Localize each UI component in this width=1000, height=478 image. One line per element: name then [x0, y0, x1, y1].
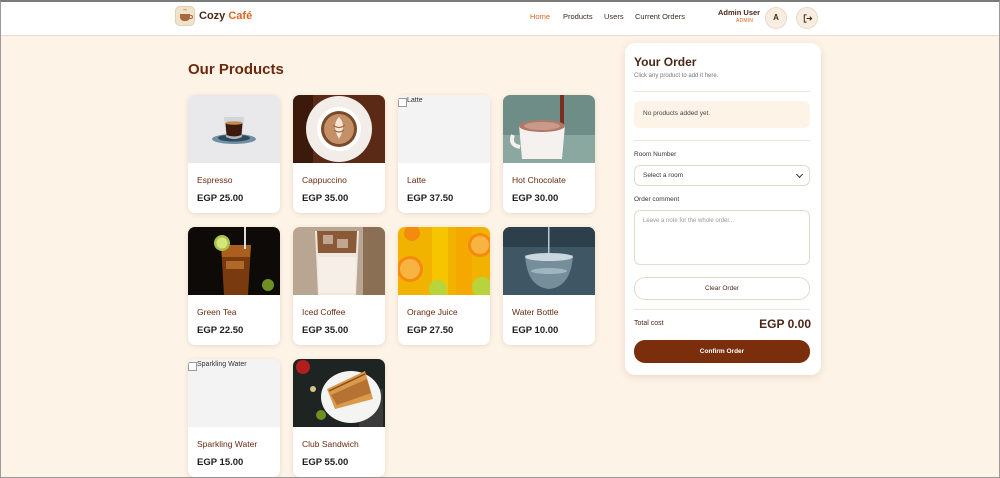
club-sandwich-image	[293, 359, 385, 427]
order-empty-state: No products added yet.	[634, 101, 810, 128]
order-title: Your Order	[634, 55, 697, 69]
product-name: Iced Coffee	[302, 307, 346, 317]
water-bottle-image	[503, 227, 595, 295]
nav-products[interactable]: Products	[563, 12, 593, 21]
product-price: EGP 35.00	[302, 193, 349, 204]
order-comment-label: Order comment	[634, 196, 680, 203]
image-alt-text: Sparkling Water	[188, 361, 247, 371]
product-price: EGP 15.00	[197, 457, 244, 468]
product-card-hot-chocolate[interactable]: Hot Chocolate EGP 30.00	[503, 95, 595, 213]
total-cost-value: EGP 0.00	[759, 317, 811, 331]
order-comment-input[interactable]: Leave a note for the whole order...	[634, 210, 810, 265]
product-card-green-tea[interactable]: Green Tea EGP 22.50	[188, 227, 280, 345]
order-panel: Your Order Click any product to add it h…	[625, 43, 821, 375]
divider	[634, 91, 810, 92]
product-card-latte[interactable]: Latte Latte EGP 37.50	[398, 95, 490, 213]
product-name: Hot Chocolate	[512, 175, 566, 185]
product-price: EGP 55.00	[302, 457, 349, 468]
page-title: Our Products	[188, 61, 284, 78]
chevron-down-icon	[795, 170, 804, 179]
hot-chocolate-image	[503, 95, 595, 163]
brand-accent: Café	[228, 10, 253, 22]
nav-home[interactable]: Home	[530, 12, 550, 21]
order-subtitle: Click any product to add it here.	[634, 73, 719, 79]
product-name: Sparkling Water	[197, 439, 258, 449]
product-price: EGP 10.00	[512, 325, 559, 336]
nav-users[interactable]: Users	[604, 12, 624, 21]
product-price: EGP 37.50	[407, 193, 454, 204]
image-alt-text: Latte	[398, 97, 423, 107]
iced-coffee-image	[293, 227, 385, 295]
user-name: Admin User	[718, 8, 761, 17]
product-card-orange-juice[interactable]: Orange Juice EGP 27.50	[398, 227, 490, 345]
top-navbar	[1, 2, 999, 36]
product-price: EGP 35.00	[302, 325, 349, 336]
product-price: EGP 25.00	[197, 193, 244, 204]
product-price: EGP 27.50	[407, 325, 454, 336]
confirm-order-button[interactable]: Confirm Order	[634, 340, 810, 363]
room-number-select[interactable]: Select a room	[634, 165, 810, 186]
espresso-image	[188, 95, 280, 163]
product-name: Club Sandwich	[302, 439, 359, 449]
product-name: Green Tea	[197, 307, 237, 317]
avatar[interactable]: A	[765, 7, 787, 29]
clear-order-button[interactable]: Clear Order	[634, 277, 810, 300]
logout-icon	[803, 14, 813, 23]
latte-image-broken: Latte	[398, 95, 490, 163]
brand-main: Cozy	[199, 10, 229, 22]
product-name: Orange Juice	[407, 307, 458, 317]
product-name: Water Bottle	[512, 307, 559, 317]
total-cost-label: Total cost	[634, 320, 664, 327]
orange-juice-image	[398, 227, 490, 295]
user-role-badge: ADMIN	[736, 18, 754, 24]
divider	[634, 140, 810, 141]
product-card-water-bottle[interactable]: Water Bottle EGP 10.00	[503, 227, 595, 345]
product-card-sparkling-water[interactable]: Sparkling Water Sparkling Water EGP 15.0…	[188, 359, 280, 477]
product-card-iced-coffee[interactable]: Iced Coffee EGP 35.00	[293, 227, 385, 345]
sparkling-water-image-broken: Sparkling Water	[188, 359, 280, 427]
product-name: Cappuccino	[302, 175, 347, 185]
cafe-logo-icon[interactable]	[175, 6, 195, 26]
divider	[634, 309, 810, 310]
logout-button[interactable]	[796, 7, 818, 29]
window-frame	[0, 0, 1000, 478]
product-card-espresso[interactable]: Espresso EGP 25.00	[188, 95, 280, 213]
product-name: Latte	[407, 175, 426, 185]
room-select-value: Select a room	[643, 172, 684, 179]
product-price: EGP 30.00	[512, 193, 559, 204]
nav-current-orders[interactable]: Current Orders	[635, 12, 685, 21]
product-card-club-sandwich[interactable]: Club Sandwich EGP 55.00	[293, 359, 385, 477]
brand-name[interactable]: Cozy Café	[199, 10, 252, 22]
green-tea-image	[188, 227, 280, 295]
product-name: Espresso	[197, 175, 233, 185]
room-number-label: Room Number	[634, 151, 677, 158]
cappuccino-image	[293, 95, 385, 163]
product-card-cappuccino[interactable]: Cappuccino EGP 35.00	[293, 95, 385, 213]
product-price: EGP 22.50	[197, 325, 244, 336]
